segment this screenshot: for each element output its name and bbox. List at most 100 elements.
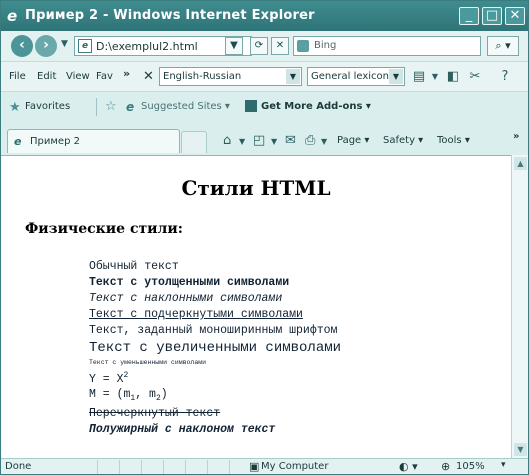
menu-more-chevron[interactable]: » — [123, 67, 130, 80]
toolbar-close-icon[interactable]: ✕ — [143, 69, 154, 84]
refresh-icon[interactable]: ⟳ — [250, 37, 268, 55]
feeds-icon[interactable]: ◰ — [253, 133, 265, 148]
add-favorite-icon[interactable]: ☆ — [105, 99, 117, 114]
line-strikethrough: Перечеркнутый текст — [89, 407, 221, 420]
sub-suffix: ) — [160, 388, 168, 401]
sup-base: Y = X — [89, 373, 124, 386]
line-big: Текст с увеличенными символами — [89, 340, 342, 356]
print-dropdown-icon[interactable]: ▼ — [321, 137, 327, 146]
get-addons-link[interactable]: Get More Add-ons ▾ — [261, 101, 371, 112]
feeds-dropdown-icon[interactable]: ▼ — [271, 137, 277, 146]
home-icon[interactable]: ⌂ — [223, 133, 231, 148]
tools-menu[interactable]: Tools ▾ — [437, 135, 470, 146]
suggested-sites-icon: e — [126, 100, 135, 114]
commands-more-chevron[interactable]: » — [513, 131, 519, 142]
page-content: Стили HTML Физические стили: Обычный тек… — [1, 155, 511, 458]
translate-icon[interactable]: ▤ — [411, 69, 427, 85]
bing-icon — [297, 40, 309, 52]
maximize-button[interactable]: □ — [482, 7, 502, 25]
security-zone: My Computer — [261, 461, 329, 472]
line-monospace: Текст, заданный моноширинным шрифтом — [89, 324, 338, 337]
menu-file[interactable]: File — [9, 71, 26, 82]
menu-favorites[interactable]: Fav — [96, 71, 113, 82]
search-placeholder[interactable]: Bing — [314, 40, 336, 51]
help-icon[interactable]: ? — [497, 69, 513, 85]
browser-window: e Пример 2 - Windows Internet Explorer _… — [0, 0, 529, 475]
favorites-star-icon[interactable]: ★ — [9, 100, 21, 115]
menu-bar: File Edit View Fav » ✕ English-Russian ▼… — [1, 61, 528, 91]
language-select-value: English-Russian — [163, 71, 242, 82]
address-dropdown-button[interactable]: ▼ — [225, 37, 243, 55]
divider — [163, 460, 164, 474]
window-title: Пример 2 - Windows Internet Explorer — [25, 8, 315, 23]
status-text: Done — [5, 461, 32, 472]
close-button[interactable]: ✕ — [505, 7, 525, 25]
home-dropdown-icon[interactable]: ▼ — [239, 137, 245, 146]
safety-menu[interactable]: Safety ▾ — [383, 135, 423, 146]
address-toolbar: ‹ › ▼ e D:\exemplul2.html ▼ ⟳ ✕ Bing ⌕ ▾ — [1, 31, 528, 61]
styled-lines: Обычный текст Текст с утолщенными символ… — [89, 260, 341, 439]
chevron-down-icon: ▼ — [286, 69, 300, 84]
tools-icon[interactable]: ✂ — [467, 69, 483, 85]
chevron-down-icon: ▼ — [389, 69, 403, 84]
protected-mode-icon[interactable]: ◐ ▾ — [399, 460, 418, 473]
favorites-button[interactable]: Favorites — [25, 101, 70, 112]
page-icon: e — [78, 39, 92, 53]
divider — [96, 98, 97, 116]
divider — [207, 460, 208, 474]
translate-dropdown-icon[interactable]: ▼ — [427, 69, 443, 85]
tab-page-icon: e — [14, 135, 22, 148]
scroll-down-icon[interactable]: ▼ — [514, 443, 527, 456]
language-select[interactable]: English-Russian ▼ — [159, 67, 302, 86]
forward-button[interactable]: › — [35, 35, 57, 57]
ie-logo-icon: e — [7, 7, 18, 25]
print-icon[interactable]: ⎙ — [305, 133, 315, 148]
line-small: Текст с уменьшенными символами — [89, 359, 207, 366]
history-dropdown-icon[interactable]: ▼ — [61, 39, 68, 49]
sub-mid: , m — [135, 388, 156, 401]
title-bar: e Пример 2 - Windows Internet Explorer _… — [1, 1, 528, 31]
line-bold-italic: Полужирный с наклоном текст — [89, 423, 276, 436]
line-normal: Обычный текст — [89, 260, 179, 273]
new-tab-button[interactable] — [181, 131, 207, 153]
lexicon-select-value: General lexicon — [311, 71, 389, 82]
divider — [97, 460, 98, 474]
dictionary-icon[interactable]: ◧ — [445, 69, 461, 85]
line-bold: Текст с утолщенными символами — [89, 276, 290, 289]
divider — [229, 460, 230, 474]
menu-edit[interactable]: Edit — [37, 71, 56, 82]
line-subscript: M = (m1, m2) — [89, 388, 341, 407]
status-bar: Done ▣ My Computer ◐ ▾ ⊕ 105% ▾ — [1, 458, 528, 474]
search-button[interactable]: ⌕ ▾ — [487, 36, 519, 56]
lexicon-select[interactable]: General lexicon ▼ — [307, 67, 405, 86]
page-subtitle: Физические стили: — [25, 221, 183, 237]
page-title: Стили HTML — [181, 176, 331, 200]
vertical-scrollbar[interactable]: ▲ ▼ — [511, 155, 528, 458]
address-url[interactable]: D:\exemplul2.html — [96, 40, 198, 53]
line-italic: Текст с наклонными символами — [89, 292, 283, 305]
zoom-dropdown-icon[interactable]: ▾ — [501, 460, 506, 470]
divider — [119, 460, 120, 474]
mail-icon[interactable]: ✉ — [285, 133, 296, 148]
menu-view[interactable]: View — [66, 71, 90, 82]
page-menu[interactable]: Page ▾ — [337, 135, 369, 146]
zoom-level[interactable]: 105% — [456, 461, 485, 472]
stop-icon[interactable]: ✕ — [271, 37, 289, 55]
tab-bar: e Пример 2 ⌂ ▼ ◰ ▼ ✉ ⎙ ▼ Page ▾ Safety ▾… — [1, 129, 528, 155]
back-button[interactable]: ‹ — [11, 35, 33, 57]
tab-active[interactable]: e Пример 2 — [7, 129, 180, 153]
zoom-icon[interactable]: ⊕ — [441, 460, 450, 473]
minimize-button[interactable]: _ — [459, 7, 479, 25]
search-box[interactable]: Bing — [293, 36, 481, 56]
computer-icon: ▣ — [249, 460, 260, 473]
sub-prefix: M = (m — [89, 388, 131, 401]
tab-label: Пример 2 — [30, 136, 80, 147]
sup-exponent: 2 — [123, 371, 129, 380]
favorites-bar: ★ Favorites ☆ e Suggested Sites ▾ Get Mo… — [1, 91, 528, 129]
divider — [185, 460, 186, 474]
addons-icon — [245, 100, 257, 112]
scroll-up-icon[interactable]: ▲ — [514, 157, 527, 170]
suggested-sites-link[interactable]: Suggested Sites ▾ — [141, 101, 230, 112]
line-underline: Текст с подчеркнутыми символами — [89, 308, 303, 321]
divider — [141, 460, 142, 474]
